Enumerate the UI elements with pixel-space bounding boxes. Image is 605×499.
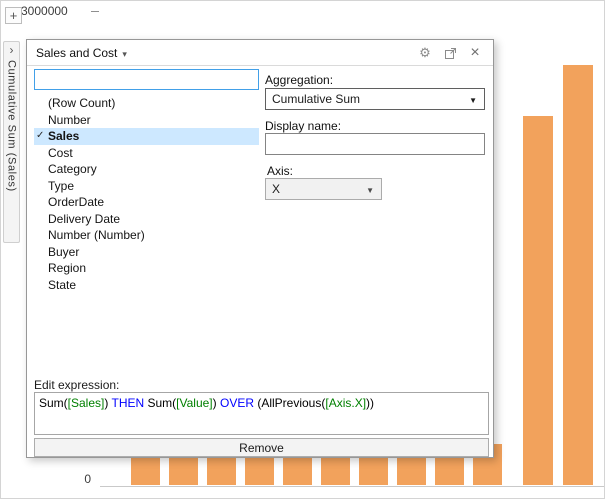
display-name-input[interactable] — [265, 133, 485, 155]
y-axis-max-label: 3000000 — [21, 4, 68, 18]
field-item-sales[interactable]: ✓ Sales — [34, 128, 259, 145]
field-label: Type — [48, 179, 74, 193]
aggregation-dropdown[interactable]: Cumulative Sum ▼ — [265, 88, 485, 110]
expression-token: ) — [213, 396, 220, 410]
field-label: (Row Count) — [48, 96, 115, 110]
expression-editor[interactable]: Sum([Sales]) THEN Sum([Value]) OVER (All… — [34, 392, 489, 435]
expression-token: (AllPrevious( — [254, 396, 325, 410]
expression-token: OVER — [220, 396, 254, 410]
column-list: (Row Count) Number ✓ Sales Cost Category Type O… — [34, 95, 259, 293]
header-icon-group: ⚙ × — [417, 45, 483, 61]
expression-token: [Value] — [176, 396, 212, 410]
aggregation-value: Cumulative Sum — [272, 92, 360, 106]
close-icon[interactable]: × — [467, 45, 483, 61]
y-axis-selector-label: Cumulative Sum (Sales) — [6, 60, 18, 192]
visualization-canvas: 3000000 0 + › Cumulative Sum (Sales) Sal… — [0, 0, 605, 499]
bar[interactable] — [563, 65, 593, 485]
field-label: State — [48, 278, 76, 292]
field-label: Region — [48, 261, 86, 275]
field-item-orderdate[interactable]: OrderDate — [34, 194, 259, 211]
chevron-right-icon: › — [10, 43, 14, 57]
y-axis-min-label: 0 — [63, 472, 91, 486]
field-item-type[interactable]: Type — [34, 178, 259, 195]
axis-value: X — [272, 182, 280, 196]
y-axis-selector[interactable]: › Cumulative Sum (Sales) — [3, 41, 20, 243]
edit-expression-label: Edit expression: — [34, 378, 119, 392]
expression-token: THEN — [111, 396, 144, 410]
add-axis-button[interactable]: + — [5, 7, 22, 24]
check-icon: ✓ — [36, 128, 44, 145]
field-label: Buyer — [48, 245, 79, 259]
expression-token: [Axis.X] — [325, 396, 366, 410]
field-item-state[interactable]: State — [34, 277, 259, 294]
popover-header: Sales and Cost ▾ ⚙ × — [27, 40, 493, 66]
dropdown-arrow-icon: ▼ — [366, 186, 374, 195]
remove-button[interactable]: Remove — [34, 438, 489, 457]
popover-title: Sales and Cost — [36, 46, 117, 60]
display-name-label: Display name: — [265, 119, 341, 133]
caret-down-icon: ▾ — [122, 49, 127, 59]
aggregation-label: Aggregation: — [265, 73, 333, 87]
field-label: OrderDate — [48, 195, 104, 209]
column-title-dropdown[interactable]: Sales and Cost ▾ — [36, 46, 127, 60]
field-label: Delivery Date — [48, 212, 120, 226]
field-item-number-number[interactable]: Number (Number) — [34, 227, 259, 244]
bar[interactable] — [523, 116, 553, 485]
field-item-number[interactable]: Number — [34, 112, 259, 129]
axis-column-popover: Sales and Cost ▾ ⚙ × (Row Count) Number ✓ Sa… — [26, 39, 494, 458]
gear-icon[interactable]: ⚙ — [417, 45, 433, 61]
column-search-input[interactable] — [34, 69, 259, 90]
expression-token: Sum( — [144, 396, 176, 410]
field-item-delivery-date[interactable]: Delivery Date — [34, 211, 259, 228]
popout-icon[interactable] — [442, 45, 458, 61]
y-axis-tick — [91, 11, 99, 12]
field-label: Number — [48, 113, 91, 127]
axis-label: Axis: — [267, 164, 293, 178]
field-label: Category — [48, 162, 97, 176]
field-label: Cost — [48, 146, 73, 160]
field-label: Number (Number) — [48, 228, 145, 242]
x-axis-line — [100, 486, 605, 487]
dropdown-arrow-icon: ▼ — [469, 96, 477, 105]
axis-dropdown[interactable]: X ▼ — [265, 178, 382, 200]
field-label: Sales — [48, 129, 79, 143]
field-item-cost[interactable]: Cost — [34, 145, 259, 162]
field-item-category[interactable]: Category — [34, 161, 259, 178]
field-item-region[interactable]: Region — [34, 260, 259, 277]
field-item-row-count[interactable]: (Row Count) — [34, 95, 259, 112]
expression-token: [Sales] — [68, 396, 105, 410]
expression-token: )) — [366, 396, 374, 410]
field-item-buyer[interactable]: Buyer — [34, 244, 259, 261]
expression-token: Sum( — [39, 396, 68, 410]
